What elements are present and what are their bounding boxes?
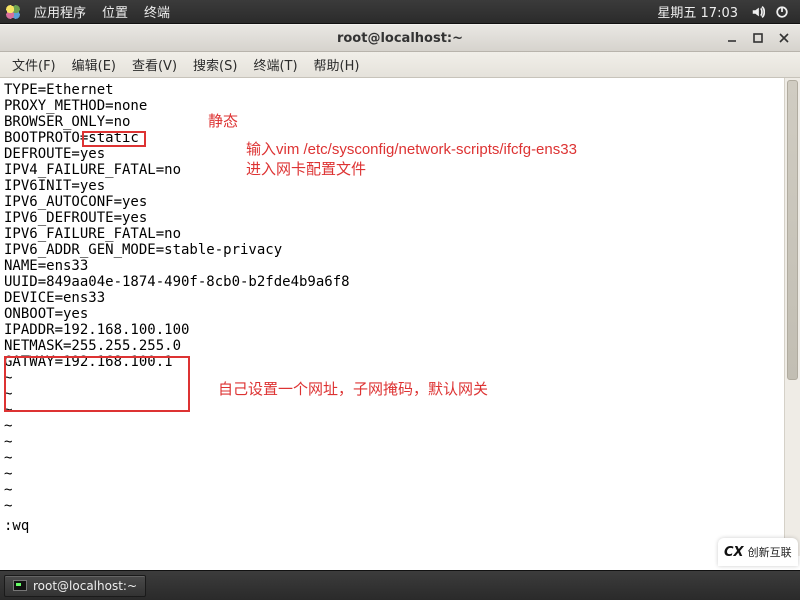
terminal-area[interactable]: TYPE=EthernetPROXY_METHOD=noneBROWSER_ON… xyxy=(0,78,800,556)
terminal-line: UUID=849aa04e-1874-490f-8cb0-b2fde4b9a6f… xyxy=(4,274,764,290)
menu-terminal-menu[interactable]: 终端(T) xyxy=(245,52,305,77)
terminal-line: IPV6_DEFROUTE=yes xyxy=(4,210,764,226)
vim-command-line[interactable]: :wq xyxy=(4,518,764,534)
vim-empty-line: ~ xyxy=(4,370,764,386)
terminal-line: PROXY_METHOD=none xyxy=(4,98,764,114)
terminal-line: IPV4_FAILURE_FATAL=no xyxy=(4,162,764,178)
terminal-content: TYPE=EthernetPROXY_METHOD=noneBROWSER_ON… xyxy=(4,82,764,534)
watermark-text: 创新互联 xyxy=(748,544,792,560)
taskbar-button-label: root@localhost:~ xyxy=(33,579,137,593)
volume-icon[interactable] xyxy=(750,4,766,20)
terminal-line: IPV6_FAILURE_FATAL=no xyxy=(4,226,764,242)
menu-terminal[interactable]: 终端 xyxy=(144,2,170,21)
terminal-line: BROWSER_ONLY=no xyxy=(4,114,764,130)
vim-empty-line: ~ xyxy=(4,482,764,498)
bottom-taskbar: root@localhost:~ xyxy=(0,570,800,600)
terminal-line: ONBOOT=yes xyxy=(4,306,764,322)
vim-empty-line: ~ xyxy=(4,386,764,402)
vim-empty-line: ~ xyxy=(4,418,764,434)
activities-logo-icon xyxy=(6,5,20,19)
terminal-line: NETMASK=255.255.255.0 xyxy=(4,338,764,354)
window-minimize-button[interactable] xyxy=(722,29,742,47)
window-title: root@localhost:~ xyxy=(0,31,800,46)
vim-empty-line: ~ xyxy=(4,402,764,418)
menu-search[interactable]: 搜索(S) xyxy=(185,52,245,77)
menu-view[interactable]: 查看(V) xyxy=(124,52,185,77)
terminal-line: DEVICE=ens33 xyxy=(4,290,764,306)
vertical-scrollbar[interactable] xyxy=(784,78,800,556)
menu-applications[interactable]: 应用程序 xyxy=(34,2,86,21)
window-titlebar: root@localhost:~ xyxy=(0,24,800,52)
taskbar-terminal-button[interactable]: root@localhost:~ xyxy=(4,575,146,597)
vim-empty-line: ~ xyxy=(4,450,764,466)
terminal-line: DEFROUTE=yes xyxy=(4,146,764,162)
menu-help[interactable]: 帮助(H) xyxy=(306,52,368,77)
menu-edit[interactable]: 编辑(E) xyxy=(64,52,124,77)
terminal-line: GATWAY=192.168.100.1 xyxy=(4,354,764,370)
terminal-line: IPV6_ADDR_GEN_MODE=stable-privacy xyxy=(4,242,764,258)
terminal-line: IPADDR=192.168.100.100 xyxy=(4,322,764,338)
menu-places[interactable]: 位置 xyxy=(102,2,128,21)
panel-clock: 星期五 17:03 xyxy=(657,2,738,21)
terminal-line: NAME=ens33 xyxy=(4,258,764,274)
menu-file[interactable]: 文件(F) xyxy=(4,52,64,77)
terminal-line: IPV6_AUTOCONF=yes xyxy=(4,194,764,210)
vim-empty-line: ~ xyxy=(4,434,764,450)
watermark-badge: CX 创新互联 xyxy=(718,538,798,566)
terminal-line: BOOTPROTO=static xyxy=(4,130,764,146)
terminal-line: TYPE=Ethernet xyxy=(4,82,764,98)
watermark-icon: CX xyxy=(724,545,744,560)
menubar: 文件(F) 编辑(E) 查看(V) 搜索(S) 终端(T) 帮助(H) xyxy=(0,52,800,78)
window-maximize-button[interactable] xyxy=(748,29,768,47)
vim-empty-line: ~ xyxy=(4,466,764,482)
vim-empty-line: ~ xyxy=(4,498,764,514)
terminal-icon xyxy=(13,580,27,591)
top-panel: 应用程序 位置 终端 星期五 17:03 xyxy=(0,0,800,24)
terminal-line: IPV6INIT=yes xyxy=(4,178,764,194)
window-close-button[interactable] xyxy=(774,29,794,47)
scrollbar-thumb[interactable] xyxy=(787,80,798,380)
power-icon[interactable] xyxy=(774,4,790,20)
